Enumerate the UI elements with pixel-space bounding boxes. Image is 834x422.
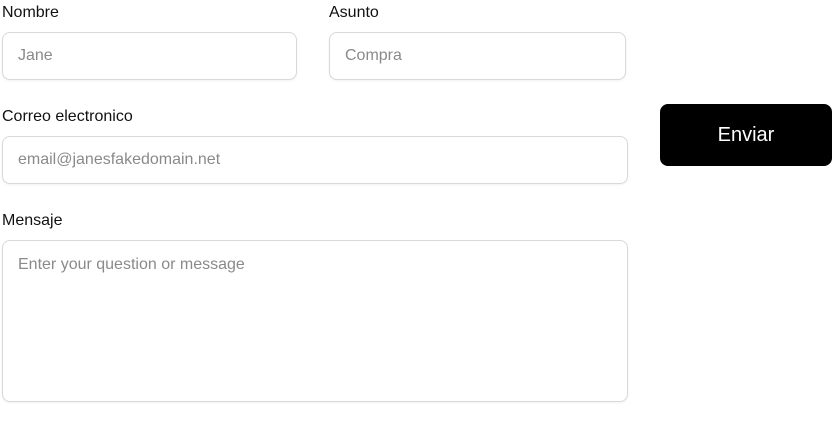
email-input[interactable] — [2, 136, 628, 184]
message-textarea[interactable] — [2, 240, 628, 402]
contact-form: Nombre Asunto Correo electronico Mensaje… — [0, 0, 834, 422]
subject-label: Asunto — [329, 4, 379, 21]
subject-input[interactable] — [329, 32, 626, 80]
email-label: Correo electronico — [2, 108, 133, 125]
name-input[interactable] — [2, 32, 297, 80]
message-label: Mensaje — [2, 212, 63, 229]
send-button[interactable]: Enviar — [660, 104, 832, 166]
name-label: Nombre — [2, 4, 59, 21]
